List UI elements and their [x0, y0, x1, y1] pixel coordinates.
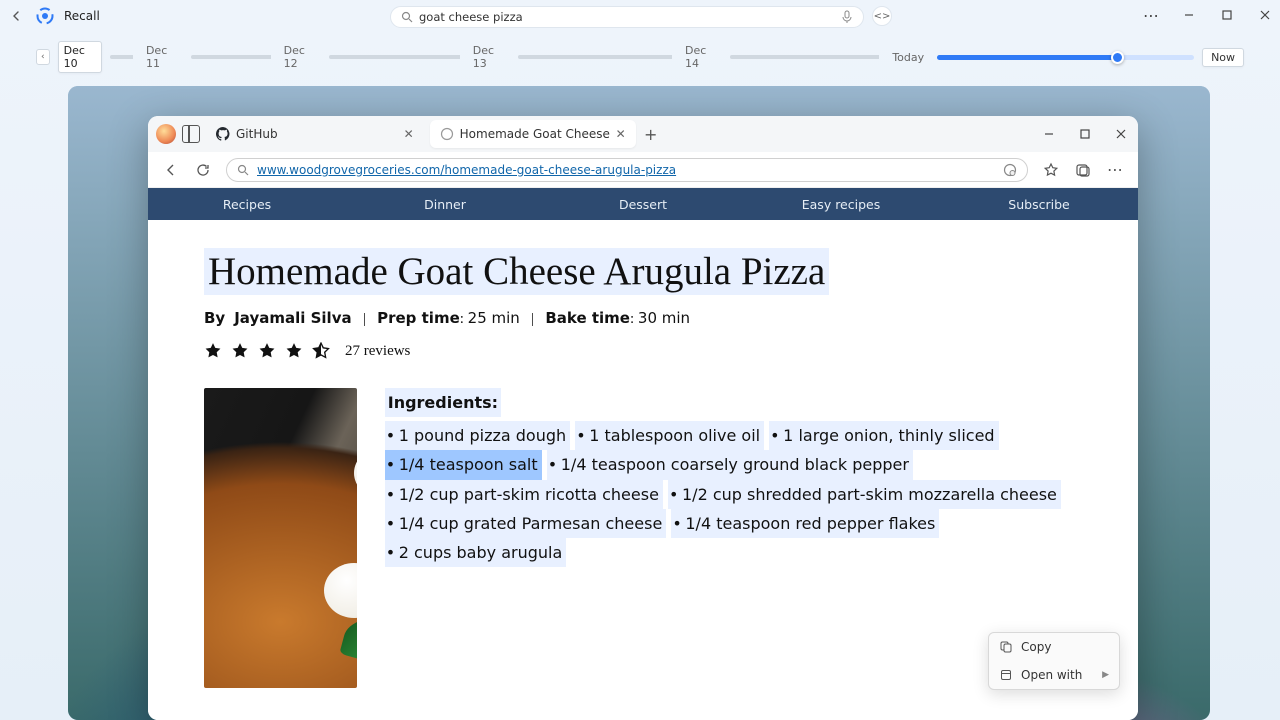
recall-app-icon	[36, 7, 54, 25]
timeline-segment[interactable]	[730, 55, 879, 59]
ingredient-item: 1 tablespoon olive oil	[575, 421, 764, 450]
star-icon	[204, 342, 222, 360]
prep-value: 25 min	[468, 309, 520, 327]
ingredient-item: 1/4 teaspoon coarsely ground black peppe…	[547, 450, 913, 479]
context-open-with[interactable]: Open with ▶	[989, 661, 1119, 689]
ingredient-item-selected: 1/4 teaspoon salt	[385, 450, 542, 479]
more-button[interactable]: ⋯	[1142, 6, 1160, 24]
maximize-button[interactable]	[1218, 6, 1236, 24]
search-input-container[interactable]	[390, 6, 864, 28]
ingredient-item: 1/4 cup grated Parmesan cheese	[385, 509, 667, 538]
ingredients: Ingredients: 1 pound pizza dough 1 table…	[385, 388, 1082, 688]
review-count: 27 reviews	[345, 343, 410, 360]
bake-value: 30 min	[638, 309, 690, 327]
timeline-date[interactable]: Dec 11	[141, 42, 183, 72]
context-open-with-label: Open with	[1021, 668, 1082, 682]
prep-label: Prep time	[377, 309, 460, 327]
favorites-icon[interactable]	[1042, 161, 1060, 179]
bake-label: Bake time	[545, 309, 630, 327]
tab-github[interactable]: GitHub ✕	[206, 120, 424, 148]
context-menu: Copy Open with ▶	[988, 632, 1120, 690]
site-nav-item[interactable]: Recipes	[148, 197, 346, 212]
ingredient-item: 1/2 cup shredded part-skim mozzarella ch…	[668, 480, 1061, 509]
site-nav-item[interactable]: Dessert	[544, 197, 742, 212]
tab-actions-icon[interactable]	[182, 125, 200, 143]
back-button[interactable]	[8, 7, 26, 25]
address-bar[interactable]: www.woodgrovegroceries.com/homemade-goat…	[226, 158, 1028, 182]
profile-avatar[interactable]	[156, 124, 176, 144]
browser-tabstrip: GitHub ✕ Homemade Goat Cheese Arugula Pi…	[148, 116, 1138, 152]
tab-recipe[interactable]: Homemade Goat Cheese Arugula Pizz ✕	[430, 120, 636, 148]
site-info-icon[interactable]	[1003, 163, 1017, 177]
close-button[interactable]	[1256, 6, 1274, 24]
now-button[interactable]: Now	[1202, 48, 1244, 67]
timeline-slider[interactable]	[937, 55, 1194, 60]
snapshot-frame: GitHub ✕ Homemade Goat Cheese Arugula Pi…	[68, 86, 1210, 720]
app-titlebar: Recall <> ⋯	[0, 0, 1280, 32]
collections-icon[interactable]	[1074, 161, 1092, 179]
address-url: www.woodgrovegroceries.com/homemade-goat…	[257, 163, 676, 177]
timeline-back-button[interactable]: ‹	[36, 49, 50, 65]
tab-close-icon[interactable]: ✕	[616, 127, 626, 141]
browser-close-button[interactable]	[1112, 125, 1130, 143]
author-label: By	[204, 309, 225, 327]
open-with-icon	[999, 668, 1013, 682]
timeline-date[interactable]: Dec 14	[680, 42, 722, 72]
timeline-slider-knob[interactable]	[1111, 51, 1124, 64]
recipe-hero-image	[204, 388, 357, 688]
tab-close-icon[interactable]: ✕	[404, 127, 414, 141]
timeline-date[interactable]: Dec 12	[279, 42, 321, 72]
site-nav-item[interactable]: Dinner	[346, 197, 544, 212]
ingredient-item: 1 pound pizza dough	[385, 421, 570, 450]
timeline-date[interactable]: Dec 13	[468, 42, 510, 72]
site-nav-item[interactable]: Easy recipes	[742, 197, 940, 212]
copy-icon	[999, 640, 1013, 654]
star-icon	[231, 342, 249, 360]
minimize-button[interactable]	[1180, 6, 1198, 24]
timeline-today[interactable]: Today	[887, 49, 929, 66]
ingredient-item: 1/2 cup part-skim ricotta cheese	[385, 480, 663, 509]
context-copy[interactable]: Copy	[989, 633, 1119, 661]
code-brackets-button[interactable]: <>	[872, 6, 892, 26]
site-nav: Recipes Dinner Dessert Easy recipes Subs…	[148, 188, 1138, 220]
nav-refresh-button[interactable]	[194, 163, 212, 177]
tab-label: Homemade Goat Cheese Arugula Pizz	[460, 127, 610, 141]
ingredient-item: 1 large onion, thinly sliced	[769, 421, 998, 450]
site-nav-item[interactable]: Subscribe	[940, 197, 1138, 212]
nav-back-button[interactable]	[162, 163, 180, 177]
timeline-date[interactable]: Dec 10	[58, 41, 102, 73]
browser-toolbar: www.woodgrovegroceries.com/homemade-goat…	[148, 152, 1138, 188]
timeline-slider-fill	[937, 55, 1117, 60]
timeline-segment[interactable]	[518, 55, 672, 59]
star-icon	[285, 342, 303, 360]
ingredient-item: 1/4 teaspoon red pepper flakes	[671, 509, 939, 538]
search-icon	[401, 11, 413, 23]
browser-window: GitHub ✕ Homemade Goat Cheese Arugula Pi…	[148, 116, 1138, 720]
new-tab-button[interactable]: +	[642, 125, 660, 143]
globe-icon	[440, 127, 454, 141]
ingredient-item: 2 cups baby arugula	[385, 538, 567, 567]
search-input[interactable]	[419, 10, 835, 24]
mic-icon[interactable]	[841, 10, 853, 24]
browser-menu-icon[interactable]: ⋯	[1106, 161, 1124, 179]
author-name: Jayamali Silva	[234, 309, 351, 327]
browser-minimize-button[interactable]	[1040, 125, 1058, 143]
recipe-meta: By Jayamali Silva | Prep time: 25 min | …	[204, 309, 1082, 328]
timeline-segment[interactable]	[110, 55, 133, 59]
context-copy-label: Copy	[1021, 640, 1051, 654]
app-title: Recall	[64, 9, 100, 23]
timeline: ‹ Dec 10 Dec 11 Dec 12 Dec 13 Dec 14 Tod…	[36, 46, 1244, 68]
search-icon	[237, 164, 249, 176]
ingredients-header: Ingredients:	[385, 388, 501, 417]
timeline-segment[interactable]	[329, 55, 460, 59]
timeline-segment[interactable]	[191, 55, 271, 59]
rating: 27 reviews	[204, 342, 1082, 360]
github-icon	[216, 127, 230, 141]
star-icon	[258, 342, 276, 360]
tab-label: GitHub	[236, 127, 278, 141]
recipe-title: Homemade Goat Cheese Arugula Pizza	[204, 248, 829, 295]
chevron-right-icon: ▶	[1102, 670, 1109, 680]
star-half-icon	[312, 342, 330, 360]
browser-maximize-button[interactable]	[1076, 125, 1094, 143]
